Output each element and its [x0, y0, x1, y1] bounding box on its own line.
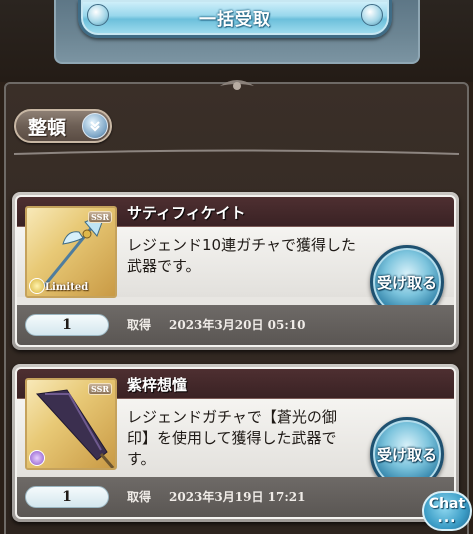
item-thumbnail: SSR: [25, 378, 117, 470]
button-knob-icon: [87, 4, 109, 26]
limited-label: Limited: [45, 282, 89, 293]
sort-button[interactable]: 整頓: [14, 109, 112, 143]
rarity-badge: SSR: [87, 383, 112, 395]
acquired-label: 取得: [127, 490, 152, 504]
item-description: レジェンド10連ガチャで獲得した武器です。: [127, 236, 356, 275]
top-area: 一括受取: [0, 0, 473, 82]
item-name: 紫梓想憧: [127, 376, 188, 394]
card-footer: 1 取得 2023年3月19日 17:21: [17, 477, 454, 517]
receive-label: 受け取る: [376, 273, 437, 292]
reward-card: 紫梓想憧 レジェンドガチャで【蒼光の御印】を使用して獲得した武器です。 SSR …: [12, 364, 459, 522]
reward-card-inner: 紫梓想憧 レジェンドガチャで【蒼光の御印】を使用して獲得した武器です。 SSR …: [15, 367, 456, 519]
acquired-date: 2023年3月20日 05:10: [169, 318, 306, 332]
acquired-label: 取得: [127, 318, 152, 332]
element-icon: [29, 450, 45, 466]
chevron-down-icon: [82, 113, 108, 139]
chat-button[interactable]: Chat ...: [422, 491, 472, 531]
item-thumbnail: SSR Limited: [25, 206, 117, 298]
ornament-icon: [220, 80, 254, 90]
reward-card-inner: サティフィケイト レジェンド10連ガチャで獲得した武器です。 SSR Limit…: [15, 195, 456, 347]
chat-dots: ...: [437, 510, 457, 526]
chat-label: Chat: [428, 496, 466, 512]
quantity-badge: 1: [25, 486, 109, 508]
element-icon: [29, 278, 45, 294]
acquired-date: 2023年3月19日 17:21: [169, 490, 306, 504]
bulk-receive-label: 一括受取: [199, 10, 271, 30]
item-description: レジェンドガチャで【蒼光の御印】を使用して獲得した武器です。: [127, 408, 337, 468]
rarity-badge: SSR: [87, 211, 112, 223]
quantity-badge: 1: [25, 314, 109, 336]
item-name: サティフィケイト: [127, 204, 246, 222]
divider: [14, 149, 459, 155]
bulk-receive-button[interactable]: 一括受取: [78, 0, 392, 38]
button-knob-icon: [361, 4, 383, 26]
card-footer: 1 取得 2023年3月20日 05:10: [17, 305, 454, 345]
sort-label: 整頓: [28, 116, 67, 139]
receive-label: 受け取る: [376, 445, 437, 464]
reward-card: サティフィケイト レジェンド10連ガチャで獲得した武器です。 SSR Limit…: [12, 192, 459, 350]
